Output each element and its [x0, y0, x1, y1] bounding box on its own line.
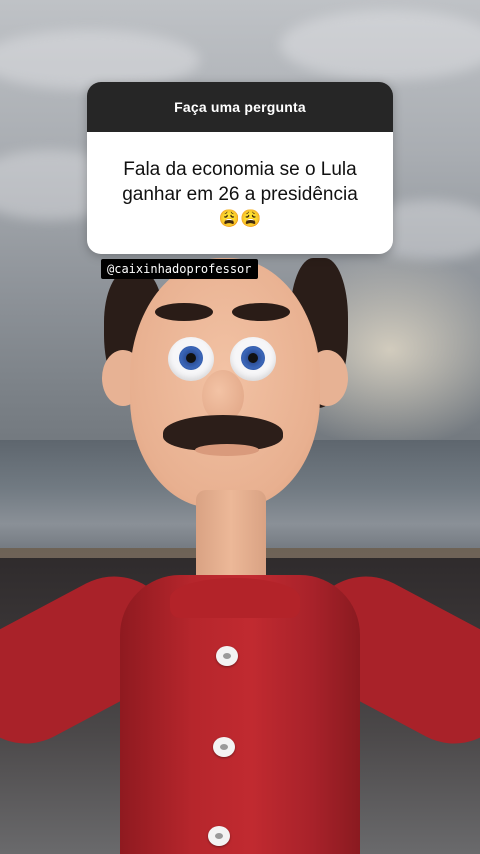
lower-lip: [195, 444, 259, 456]
cloud: [280, 10, 480, 80]
shirt-button: [208, 826, 230, 846]
eye-right: [230, 337, 276, 381]
shirt-button: [216, 646, 238, 666]
username-mention[interactable]: @caixinhadoprofessor: [101, 259, 258, 279]
eyebrow-left: [155, 303, 213, 321]
pupil: [248, 353, 258, 363]
sticker-header: Faça uma pergunta: [87, 82, 393, 132]
pupil: [186, 353, 196, 363]
shirt-button: [213, 737, 235, 757]
weary-face-emojis: 😩😩: [218, 209, 262, 228]
iris: [241, 346, 265, 370]
eyebrow-right: [232, 303, 290, 321]
iris: [179, 346, 203, 370]
eye-left: [168, 337, 214, 381]
question-line-2: ganhar em 26 a presidência: [122, 184, 358, 205]
story-background: Faça uma pergunta Fala da economia se o …: [0, 0, 480, 854]
question-line-1: Fala da economia se o Lula: [123, 159, 357, 180]
sticker-body: Fala da economia se o Lula ganhar em 26 …: [87, 132, 393, 254]
cloud: [0, 30, 200, 90]
question-sticker[interactable]: Faça uma pergunta Fala da economia se o …: [87, 82, 393, 254]
shirt-collar: [170, 578, 300, 618]
